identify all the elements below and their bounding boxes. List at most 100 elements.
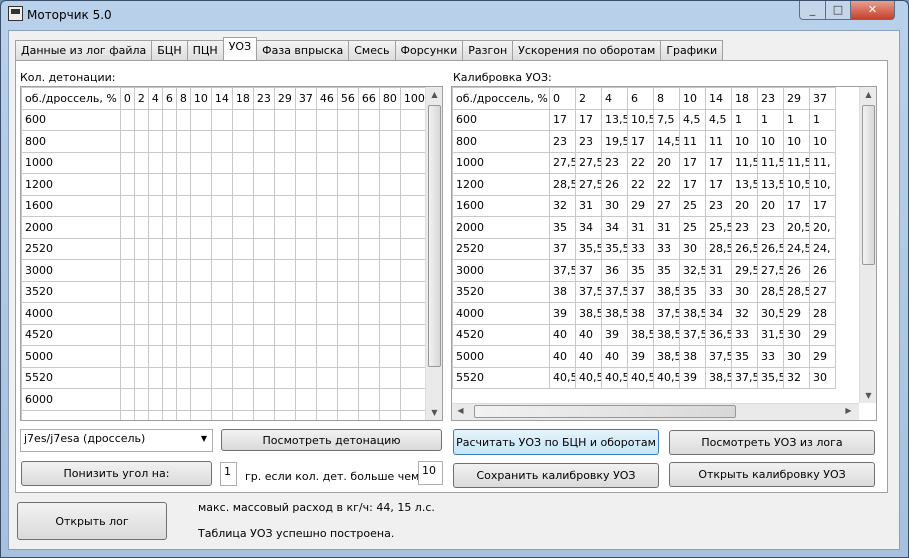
table-cell[interactable]	[357, 345, 380, 368]
table-cell[interactable]: 17	[809, 194, 836, 217]
table-cell[interactable]	[161, 409, 177, 420]
table-cell[interactable]: 10	[809, 130, 836, 153]
table-cell[interactable]	[189, 345, 212, 368]
table-cell[interactable]: 11	[679, 130, 706, 153]
table-cell[interactable]	[294, 216, 317, 239]
table-cell[interactable]	[189, 108, 212, 131]
table-cell[interactable]	[357, 409, 380, 420]
table-cell[interactable]	[336, 108, 359, 131]
table-cell[interactable]: 29	[627, 194, 654, 217]
table-cell[interactable]	[175, 151, 191, 174]
table-cell[interactable]	[147, 388, 163, 411]
table-cell[interactable]: 31	[575, 194, 602, 217]
table-cell[interactable]	[378, 194, 401, 217]
table-cell[interactable]: 37	[575, 259, 602, 282]
table-cell[interactable]: 24,	[809, 237, 836, 260]
scroll-down-icon[interactable]: ▼	[426, 408, 442, 417]
table-cell[interactable]	[378, 366, 401, 389]
table-cell[interactable]: 40	[549, 323, 576, 346]
table-cell[interactable]	[189, 280, 212, 303]
table-cell[interactable]	[231, 323, 254, 346]
table-cell[interactable]	[210, 280, 233, 303]
table-cell[interactable]	[378, 280, 401, 303]
table-cell[interactable]: 24,5	[783, 237, 810, 260]
table-cell[interactable]	[252, 194, 275, 217]
table-cell[interactable]: 36	[601, 259, 628, 282]
table-cell[interactable]	[273, 130, 296, 153]
table-cell[interactable]	[336, 259, 359, 282]
table-cell[interactable]	[378, 108, 401, 131]
close-button[interactable]: ✕	[850, 1, 895, 20]
tab-7[interactable]: Разгон	[462, 40, 514, 61]
table-cell[interactable]: 22	[627, 173, 654, 196]
table-cell[interactable]: 29,5	[731, 259, 758, 282]
table-cell[interactable]: 38	[679, 345, 706, 368]
table-cell[interactable]	[133, 302, 149, 325]
table-cell[interactable]: 4,5	[679, 108, 706, 131]
table-cell[interactable]	[378, 151, 401, 174]
table-cell[interactable]	[175, 388, 191, 411]
table-cell[interactable]	[315, 302, 338, 325]
table-cell[interactable]	[161, 388, 177, 411]
table-cell[interactable]	[189, 173, 212, 196]
table-cell[interactable]	[119, 259, 135, 282]
view-detonation-button[interactable]: Посмотреть детонацию	[221, 429, 442, 451]
table-cell[interactable]	[294, 259, 317, 282]
table-cell[interactable]	[252, 345, 275, 368]
table-cell[interactable]	[252, 108, 275, 131]
table-cell[interactable]: 23	[601, 151, 628, 174]
table-cell[interactable]	[119, 108, 135, 131]
table-cell[interactable]	[336, 302, 359, 325]
table-cell[interactable]	[231, 108, 254, 131]
table-cell[interactable]	[231, 302, 254, 325]
table-cell[interactable]	[210, 345, 233, 368]
table-cell[interactable]	[147, 302, 163, 325]
table-cell[interactable]: 27,5	[575, 151, 602, 174]
table-cell[interactable]	[231, 173, 254, 196]
table-cell[interactable]: 36,5	[705, 323, 732, 346]
scroll-thumb[interactable]	[474, 405, 736, 418]
table-cell[interactable]: 37,5	[705, 345, 732, 368]
table-cell[interactable]: 38,5	[679, 302, 706, 325]
table-cell[interactable]: 32	[783, 366, 810, 389]
table-cell[interactable]	[210, 259, 233, 282]
table-cell[interactable]	[147, 194, 163, 217]
table-cell[interactable]	[189, 216, 212, 239]
table-cell[interactable]	[357, 366, 380, 389]
table-cell[interactable]	[175, 130, 191, 153]
table-cell[interactable]: 11,5	[783, 151, 810, 174]
table-cell[interactable]: 26,5	[731, 237, 758, 260]
table-cell[interactable]: 10,	[809, 173, 836, 196]
table-cell[interactable]	[357, 280, 380, 303]
table-cell[interactable]: 27,5	[575, 173, 602, 196]
table-cell[interactable]: 20,	[809, 216, 836, 239]
table-cell[interactable]	[161, 366, 177, 389]
table-cell[interactable]	[252, 280, 275, 303]
table-cell[interactable]: 32	[731, 302, 758, 325]
table-cell[interactable]: 28,5	[705, 237, 732, 260]
table-cell[interactable]	[357, 388, 380, 411]
tab-4[interactable]: Фаза впрыска	[256, 40, 350, 61]
table-cell[interactable]	[161, 151, 177, 174]
table-cell[interactable]	[189, 130, 212, 153]
table-cell[interactable]: 25	[679, 194, 706, 217]
table-cell[interactable]	[231, 216, 254, 239]
table-cell[interactable]	[189, 388, 212, 411]
table-cell[interactable]	[357, 108, 380, 131]
table-cell[interactable]: 37,5	[601, 280, 628, 303]
table-cell[interactable]	[133, 409, 149, 420]
table-cell[interactable]	[378, 409, 401, 420]
table-cell[interactable]: 39	[549, 302, 576, 325]
table-cell[interactable]: 1	[757, 108, 784, 131]
table-cell[interactable]: 37,5	[575, 280, 602, 303]
table-cell[interactable]	[378, 130, 401, 153]
table-cell[interactable]	[357, 237, 380, 260]
table-cell[interactable]: 22	[627, 151, 654, 174]
table-cell[interactable]	[273, 302, 296, 325]
table-cell[interactable]	[133, 194, 149, 217]
table-cell[interactable]: 13,5	[757, 173, 784, 196]
table-cell[interactable]	[175, 216, 191, 239]
calculate-uoz-button[interactable]: Расчитать УОЗ по БЦН и оборотам	[453, 429, 659, 455]
table-cell[interactable]	[189, 409, 212, 420]
table-cell[interactable]: 30	[809, 366, 836, 389]
